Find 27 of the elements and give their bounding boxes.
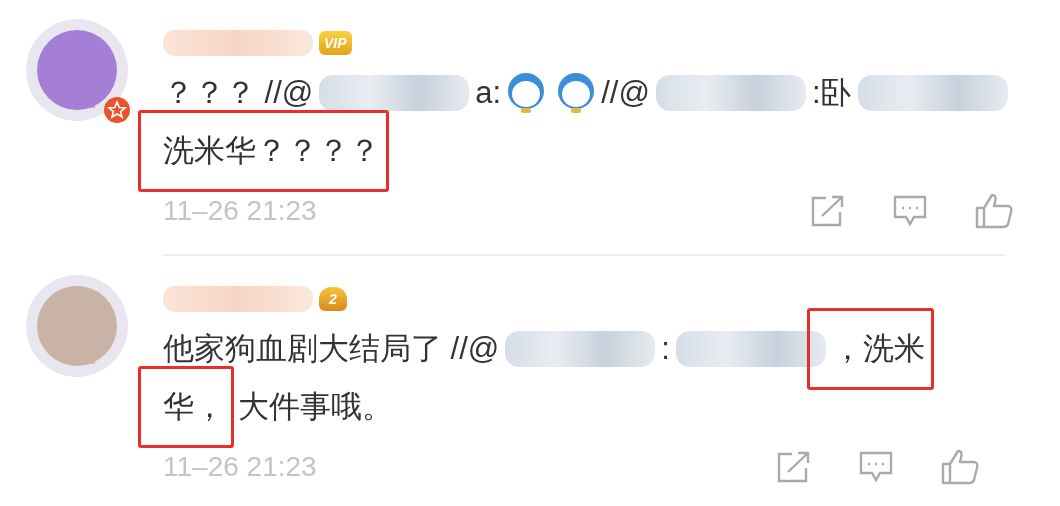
- highlighted-text: ，洗米: [806, 308, 934, 390]
- share-icon[interactable]: [809, 194, 846, 228]
- comment-text: 大件事哦。: [238, 388, 393, 426]
- emoji-icon: [507, 72, 546, 114]
- comment-icon[interactable]: [891, 194, 928, 228]
- avatar[interactable]: [25, 18, 129, 122]
- share-icon[interactable]: [776, 450, 812, 484]
- avatar[interactable]: [25, 274, 129, 378]
- comment-icon[interactable]: [858, 450, 894, 484]
- comment-text: :卧: [811, 74, 852, 112]
- crown-badge: 2: [319, 287, 347, 311]
- comment-text: ？？？ //@: [163, 74, 314, 112]
- vip-badge: VIP: [319, 31, 352, 55]
- highlighted-text: 华，: [138, 366, 234, 448]
- comment-text: 他家狗血剧大结局了 //@: [163, 330, 500, 368]
- comment-text: //@: [601, 74, 650, 112]
- verified-icon: [103, 96, 131, 124]
- highlighted-text: 洗米华？？？？: [138, 110, 389, 192]
- emoji-icon: [557, 72, 596, 114]
- like-icon[interactable]: [973, 192, 1014, 230]
- timestamp: 11–26 21:23: [163, 451, 317, 483]
- blurred-name[interactable]: [163, 30, 313, 56]
- comment-text: :: [661, 330, 670, 368]
- timestamp: 11–26 21:23: [163, 195, 317, 227]
- blurred-name[interactable]: [163, 286, 313, 312]
- like-icon[interactable]: [940, 448, 980, 486]
- comment-text: a:: [475, 74, 502, 112]
